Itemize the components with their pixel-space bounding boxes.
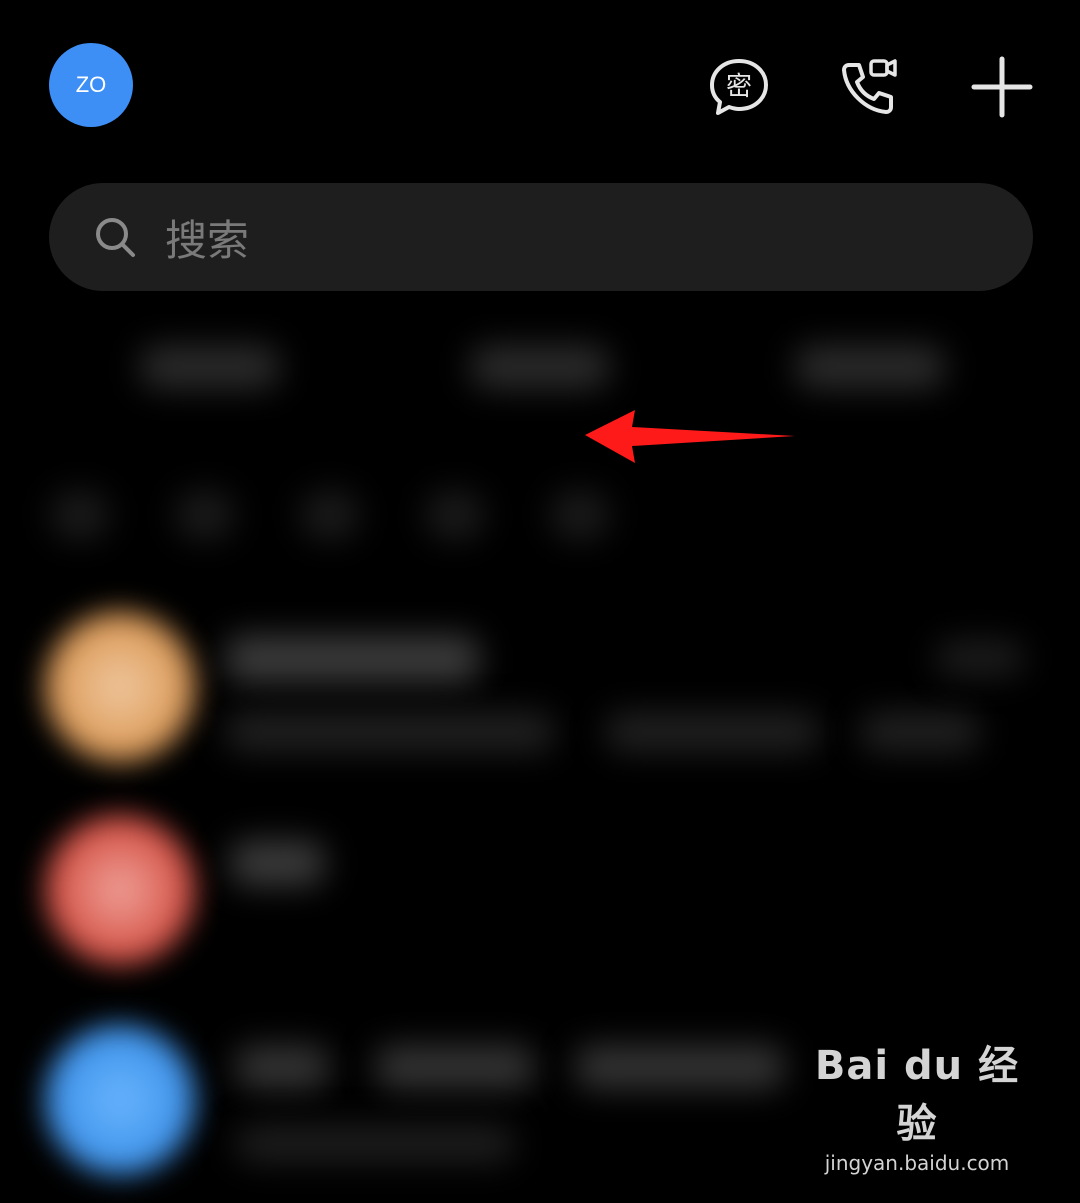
secret-chat-icon: 密: [710, 59, 768, 115]
chat-preview: [860, 712, 980, 752]
blurred-tab: [140, 345, 280, 389]
call-video-icon: [842, 59, 897, 114]
call-button[interactable]: [837, 55, 901, 119]
chat-preview: [605, 712, 820, 752]
chat-title: [230, 840, 325, 886]
secret-chat-button[interactable]: 密: [707, 55, 771, 119]
profile-avatar[interactable]: ZO: [49, 43, 133, 127]
annotation-arrow-icon: [585, 410, 795, 463]
chat-avatar[interactable]: [45, 612, 195, 762]
watermark-brand: Bai du 经验: [814, 1043, 1020, 1147]
baidu-watermark: Bai du 经验 jingyan.baidu.com: [812, 1033, 1022, 1175]
chat-title: [575, 1045, 785, 1089]
blurred-chip: [50, 490, 110, 540]
chat-avatar[interactable]: [45, 815, 195, 965]
watermark-url: jingyan.baidu.com: [824, 1151, 1010, 1175]
add-button[interactable]: [970, 55, 1034, 119]
chat-title: [375, 1045, 535, 1089]
chat-time: [935, 640, 1025, 676]
blurred-chip: [300, 490, 360, 540]
blurred-chip: [425, 490, 485, 540]
blurred-tab: [795, 345, 945, 389]
plus-icon: [971, 56, 1033, 118]
chat-preview: [225, 712, 555, 752]
chat-title: [235, 1045, 330, 1089]
blurred-chip: [550, 490, 610, 540]
chat-preview: [235, 1125, 515, 1163]
blurred-chip: [175, 490, 235, 540]
search-icon: [96, 218, 135, 257]
search-bar[interactable]: 搜索: [49, 183, 1033, 291]
chat-title: [225, 635, 480, 683]
secret-chat-glyph: 密: [726, 72, 752, 102]
search-placeholder: 搜索: [165, 215, 250, 265]
blurred-tab: [470, 345, 610, 389]
chat-avatar[interactable]: [45, 1025, 195, 1175]
avatar-initials: ZO: [75, 72, 107, 97]
